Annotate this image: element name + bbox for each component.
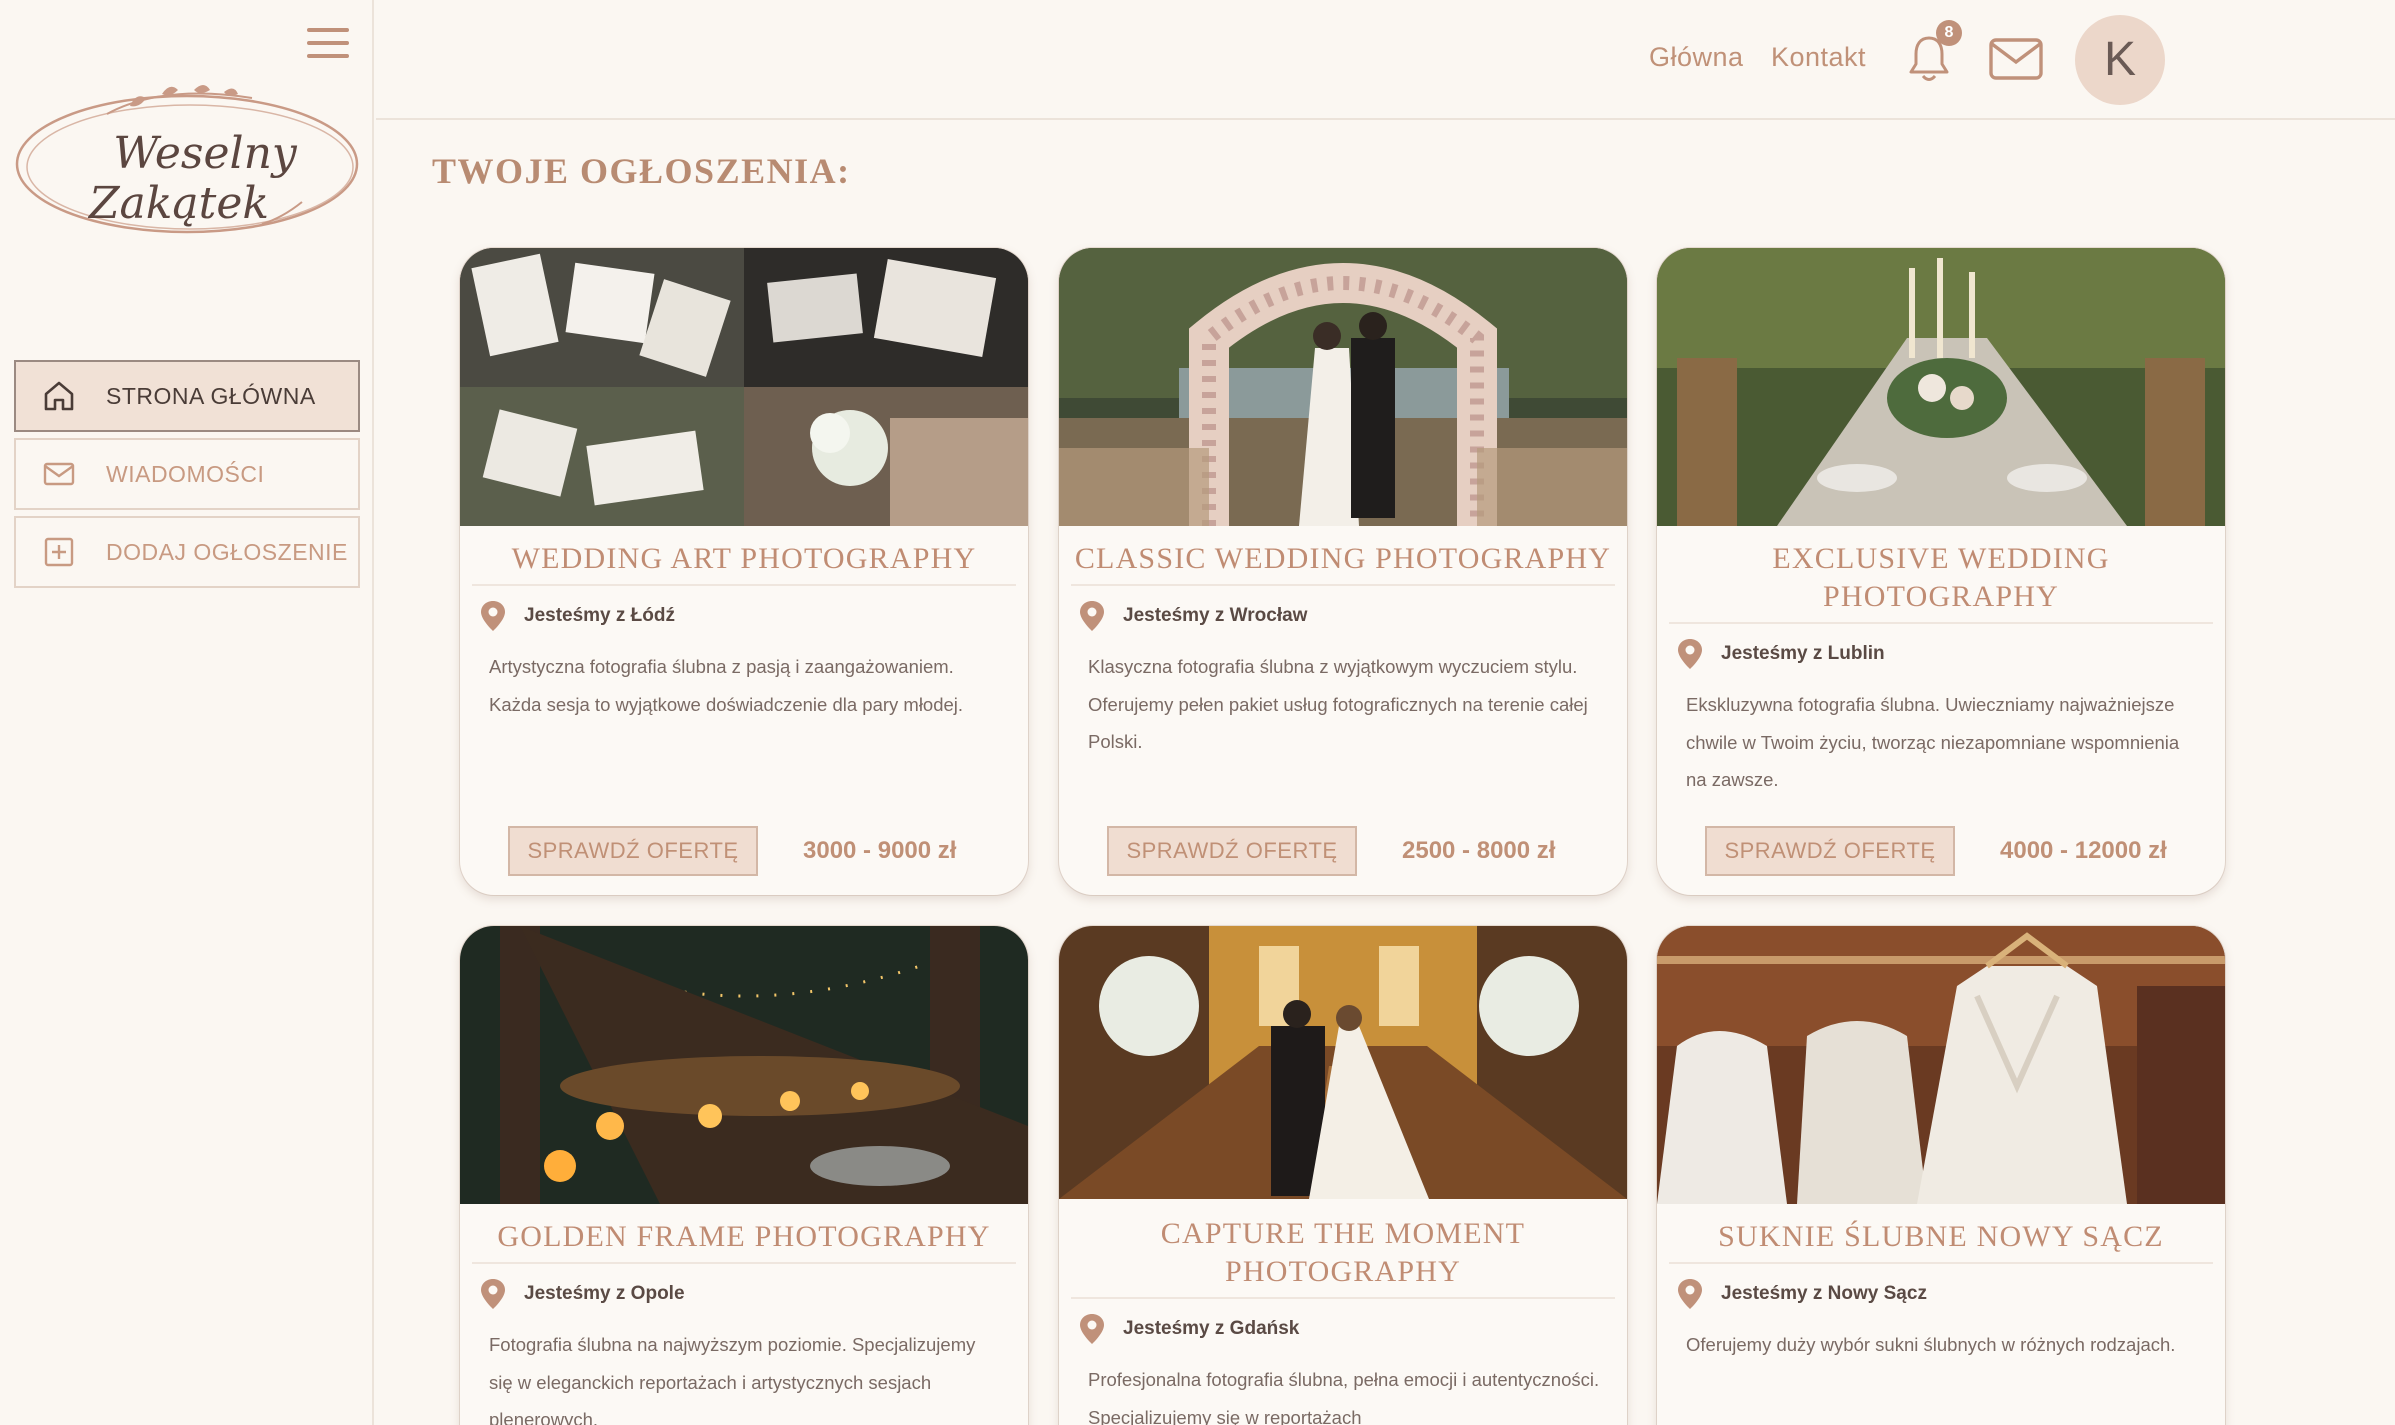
logo-text-line2: Zakątek (88, 178, 270, 229)
card-location-text: Jesteśmy z Łódź (524, 605, 675, 626)
card-image-church-aisle[interactable] (1059, 926, 1627, 1199)
sidebar-item-label: STRONA GŁÓWNA (106, 382, 316, 409)
card-price: 3000 - 9000 zł (803, 837, 957, 864)
card-description: Artystyczna fotografia ślubna z pasją i … (489, 656, 964, 715)
card-title[interactable]: CLASSIC WEDDING PHOTOGRAPHY (1071, 526, 1615, 586)
card-location: Jesteśmy z Gdańsk (1079, 1313, 1627, 1345)
location-pin-icon (1080, 601, 1104, 631)
card-location-text: Jesteśmy z Gdańsk (1123, 1318, 1300, 1339)
location-pin-icon (1678, 1279, 1702, 1309)
card-title[interactable]: CAPTURE THE MOMENT PHOTOGRAPHY (1071, 1199, 1615, 1299)
card-location-text: Jesteśmy z Lublin (1721, 643, 1885, 664)
card-title[interactable]: SUKNIE ŚLUBNE NOWY SĄCZ (1669, 1204, 2213, 1264)
top-header: Główna Kontakt 8 K (376, 0, 2395, 120)
plus-square-icon (42, 535, 76, 569)
location-pin-icon (481, 601, 505, 631)
card-location: Jesteśmy z Opole (480, 1278, 1028, 1310)
sidebar-item-label: DODAJ OGŁOSZENIE (106, 538, 348, 565)
card-location: Jesteśmy z Lublin (1677, 638, 2225, 670)
listing-card: CAPTURE THE MOMENT PHOTOGRAPHY Jesteśmy … (1059, 926, 1627, 1425)
nav-link-contact[interactable]: Kontakt (1771, 42, 1866, 73)
location-pin-icon (481, 1279, 505, 1309)
sidebar-nav: STRONA GŁÓWNA WIADOMOŚCI DODAJ OGŁOSZENI… (14, 360, 360, 594)
card-price: 2500 - 8000 zł (1402, 837, 1556, 864)
listing-card: SUKNIE ŚLUBNE NOWY SĄCZ Jesteśmy z Nowy … (1657, 926, 2225, 1425)
sidebar-item-label: WIADOMOŚCI (106, 460, 265, 487)
card-location-text: Jesteśmy z Nowy Sącz (1721, 1283, 1927, 1304)
listing-card: WEDDING ART PHOTOGRAPHY Jesteśmy z Łódź … (460, 248, 1028, 895)
check-offer-button[interactable]: SPRAWDŹ OFERTĘ (1107, 826, 1357, 876)
card-location-text: Jesteśmy z Opole (524, 1283, 685, 1304)
hamburger-menu-icon[interactable] (307, 28, 349, 60)
card-description: Ekskluzywna fotografia ślubna. Uwiecznia… (1686, 694, 2180, 790)
listing-card: CLASSIC WEDDING PHOTOGRAPHY Jesteśmy z W… (1059, 248, 1627, 895)
home-icon (42, 379, 76, 413)
logo-text-line1: Weselny (113, 128, 297, 179)
card-price: 4000 - 12000 zł (2000, 837, 2167, 864)
card-description: Profesjonalna fotografia ślubna, pełna e… (1088, 1369, 1600, 1425)
card-title[interactable]: EXCLUSIVE WEDDING PHOTOGRAPHY (1669, 526, 2213, 624)
listing-card: EXCLUSIVE WEDDING PHOTOGRAPHY Jesteśmy z… (1657, 248, 2225, 895)
card-image-table-setting[interactable] (1657, 248, 2225, 526)
location-pin-icon (1678, 639, 1702, 669)
nav-link-home[interactable]: Główna (1649, 42, 1744, 73)
check-offer-button[interactable]: SPRAWDŹ OFERTĘ (508, 826, 758, 876)
page-title: TWOJE OGŁOSZENIA: (432, 151, 851, 191)
card-footer: SPRAWDŹ OFERTĘ 2500 - 8000 zł (1059, 826, 1627, 876)
location-pin-icon (1080, 1314, 1104, 1344)
sidebar-item-add-listing[interactable]: DODAJ OGŁOSZENIE (14, 516, 360, 588)
mail-icon (42, 457, 76, 491)
card-image-wedding-arch[interactable] (1059, 248, 1627, 526)
sidebar-item-home[interactable]: STRONA GŁÓWNA (14, 360, 360, 432)
logo[interactable]: Weselny Zakątek (12, 84, 362, 244)
card-location: Jesteśmy z Nowy Sącz (1677, 1278, 2225, 1310)
card-image-wedding-dresses[interactable] (1657, 926, 2225, 1204)
sidebar-item-messages[interactable]: WIADOMOŚCI (14, 438, 360, 510)
card-title[interactable]: GOLDEN FRAME PHOTOGRAPHY (472, 1204, 1016, 1264)
mail-icon[interactable] (1988, 36, 2044, 82)
avatar[interactable]: K (2075, 15, 2165, 105)
card-location-text: Jesteśmy z Wrocław (1123, 605, 1308, 626)
card-description: Klasyczna fotografia ślubna z wyjątkowym… (1088, 656, 1588, 752)
check-offer-button[interactable]: SPRAWDŹ OFERTĘ (1705, 826, 1955, 876)
card-image-photo-collage[interactable] (460, 248, 1028, 526)
sidebar: Weselny Zakątek STRONA GŁÓWNA WIADOMOŚCI… (0, 0, 374, 1425)
card-description: Fotografia ślubna na najwyższym poziomie… (489, 1334, 976, 1425)
card-image-candle-dinner[interactable] (460, 926, 1028, 1204)
notification-badge: 8 (1936, 20, 1962, 46)
card-description: Oferujemy duży wybór sukni ślubnych w ró… (1686, 1334, 2176, 1355)
card-footer: SPRAWDŹ OFERTĘ 4000 - 12000 zł (1657, 826, 2225, 876)
card-location: Jesteśmy z Łódź (480, 600, 1028, 632)
card-title[interactable]: WEDDING ART PHOTOGRAPHY (472, 526, 1016, 586)
card-location: Jesteśmy z Wrocław (1079, 600, 1627, 632)
card-footer: SPRAWDŹ OFERTĘ 3000 - 9000 zł (460, 826, 1028, 876)
listing-card: GOLDEN FRAME PHOTOGRAPHY Jesteśmy z Opol… (460, 926, 1028, 1425)
